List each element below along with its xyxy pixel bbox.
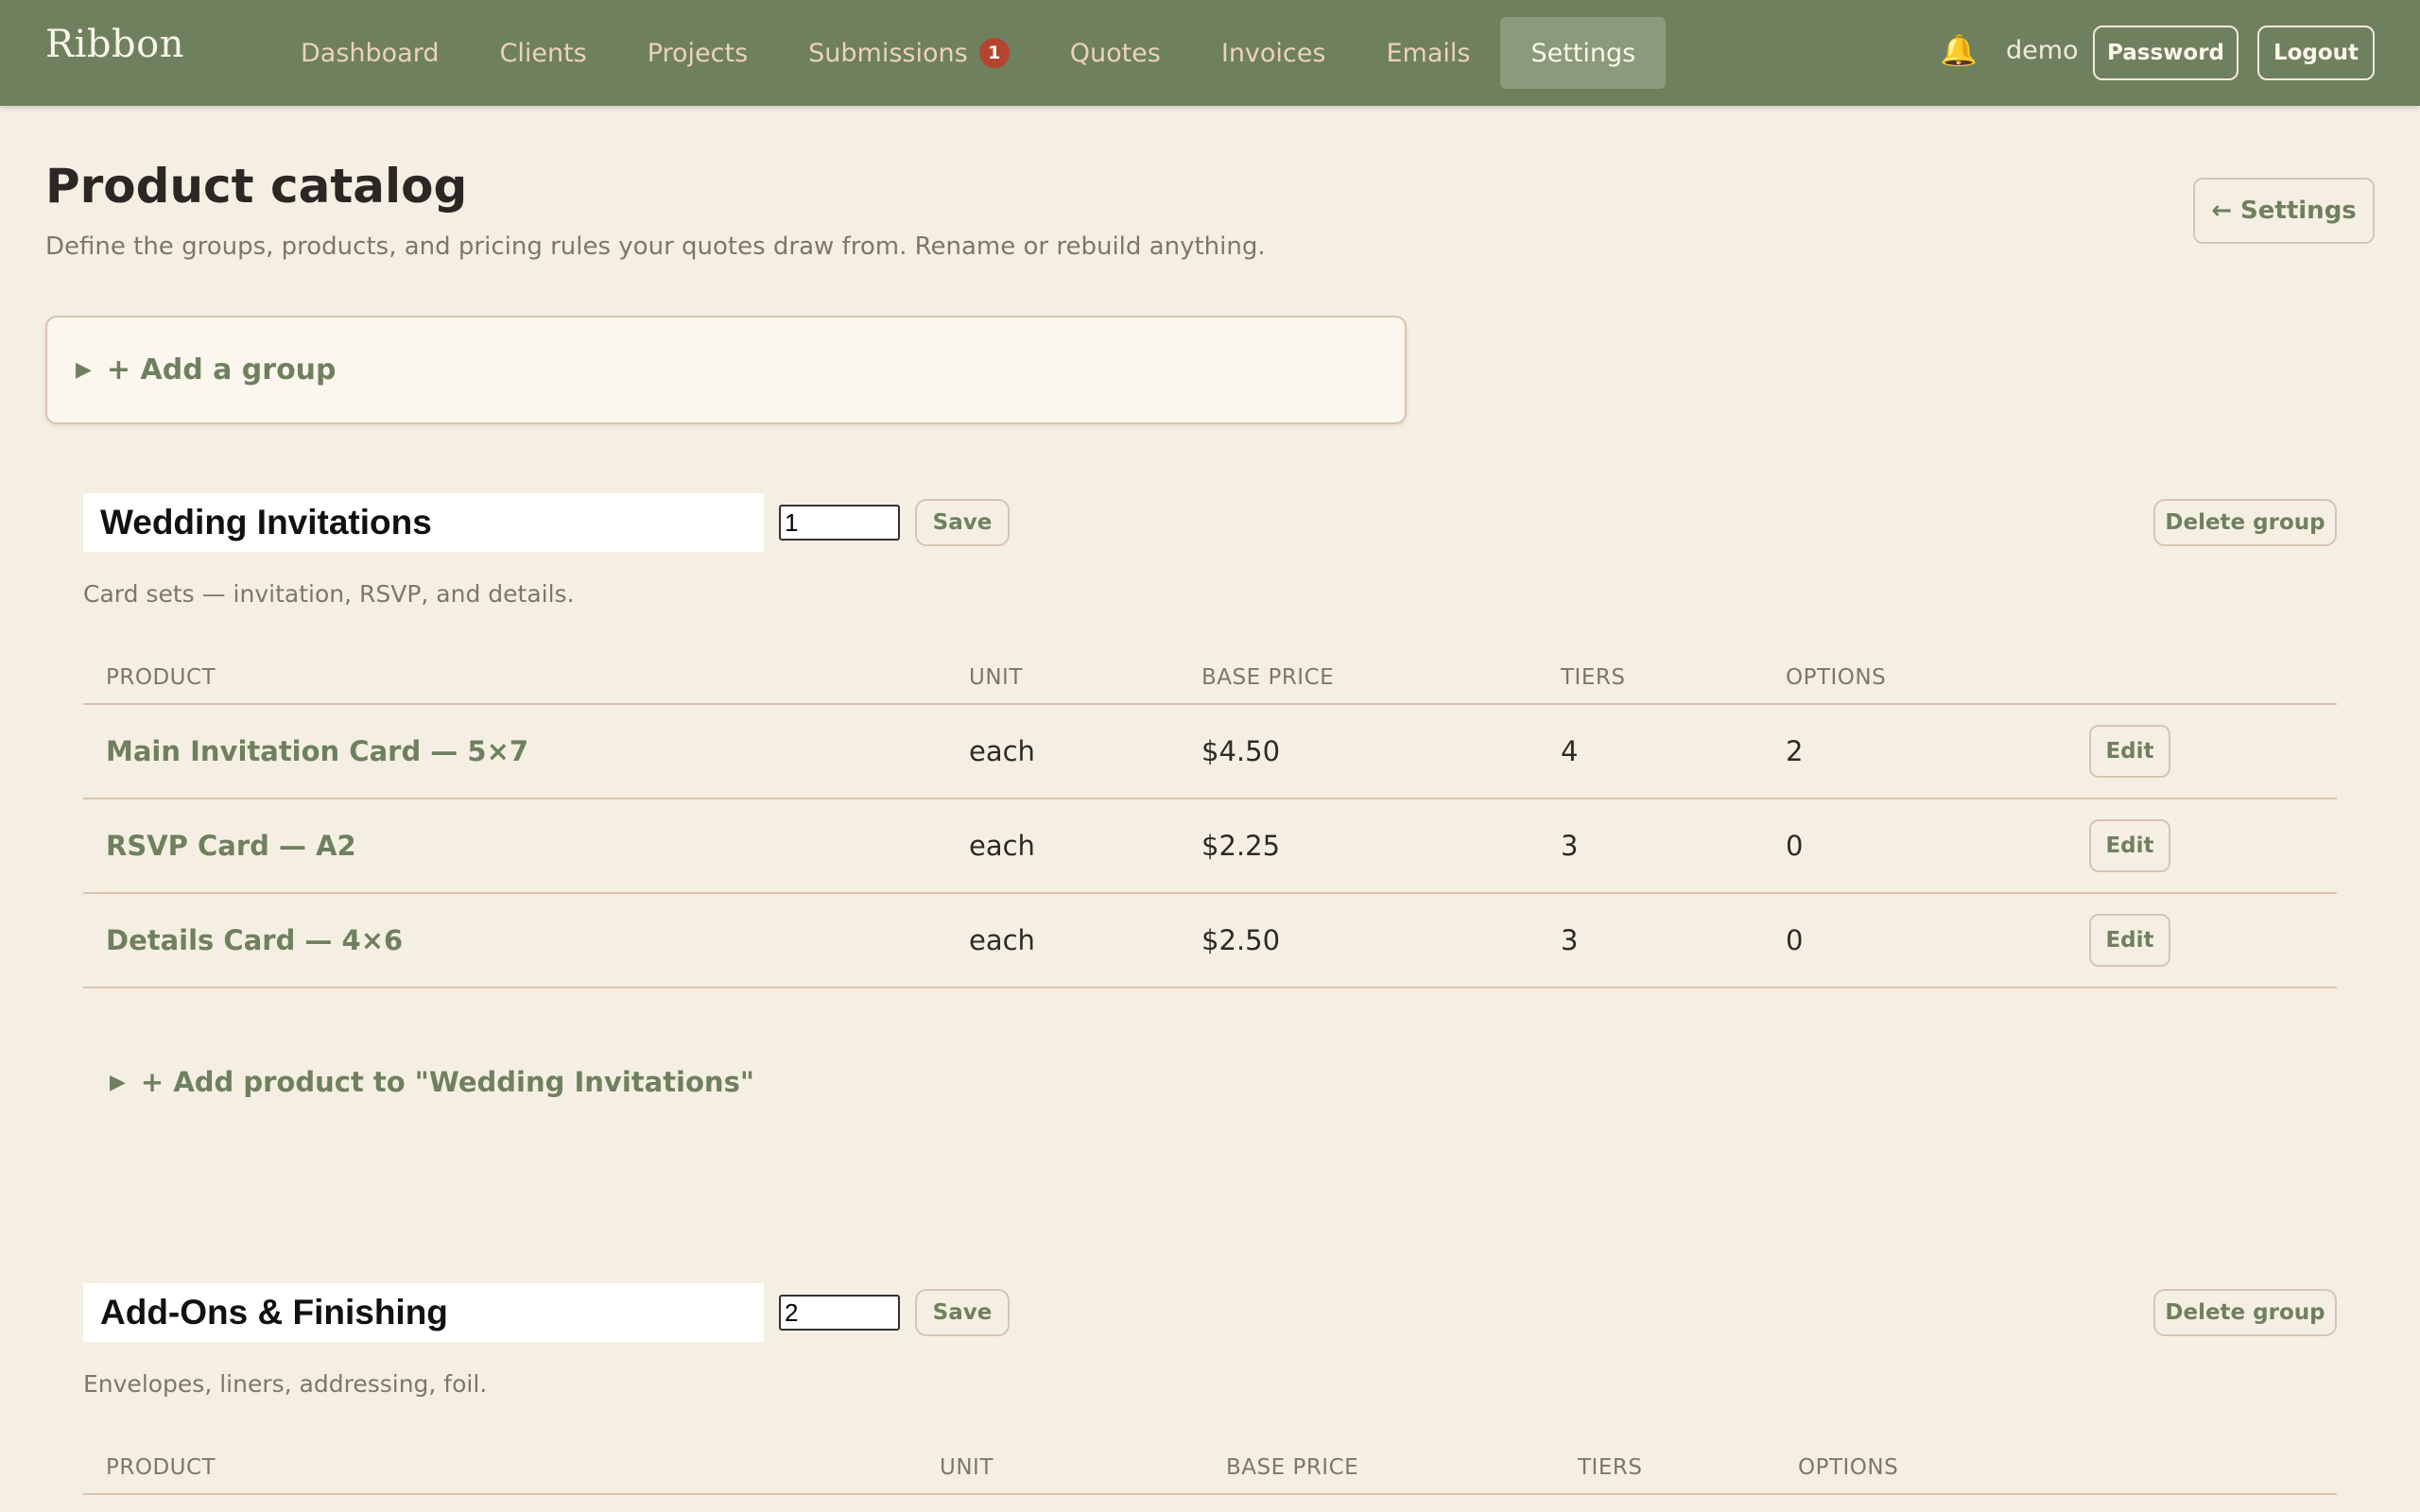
edit-product-button[interactable]: Edit bbox=[2089, 914, 2170, 967]
col-unit-header: UNIT bbox=[969, 665, 1023, 690]
product-options: 0 bbox=[1786, 924, 1804, 956]
delete-group-button[interactable]: Delete group bbox=[2153, 1289, 2337, 1336]
add-product-label: + Add product to "Wedding Invitations" bbox=[140, 1066, 754, 1098]
group-description: Envelopes, liners, addressing, foil. bbox=[83, 1370, 488, 1398]
current-user: demo bbox=[2006, 36, 2079, 65]
nav-label: Dashboard bbox=[301, 38, 440, 68]
nav-label: Projects bbox=[647, 38, 749, 68]
nav-label: Emails bbox=[1386, 38, 1471, 68]
nav-emails[interactable]: Emails bbox=[1356, 17, 1500, 89]
bell-icon[interactable]: 🔔 bbox=[1940, 32, 1978, 68]
col-options-header: OPTIONS bbox=[1798, 1455, 1899, 1480]
product-options: 2 bbox=[1786, 735, 1804, 767]
nav-invoices[interactable]: Invoices bbox=[1191, 17, 1357, 89]
group-name-input[interactable]: Wedding Invitations bbox=[83, 493, 764, 552]
product-base-price: $2.25 bbox=[1201, 830, 1281, 862]
product-name-link[interactable]: Details Card — 4×6 bbox=[106, 924, 403, 956]
disclosure-triangle-icon: ▶ bbox=[110, 1070, 126, 1094]
nav-label: Settings bbox=[1530, 38, 1636, 68]
save-group-button[interactable]: Save bbox=[915, 1289, 1010, 1336]
col-product-header: PRODUCT bbox=[106, 1455, 216, 1480]
group-wedding-invitations: Wedding Invitations 1 Save Delete group … bbox=[83, 493, 2337, 1098]
col-base-price-header: BASE PRICE bbox=[1226, 1455, 1359, 1480]
table-header-row: PRODUCT UNIT BASE PRICE TIERS OPTIONS bbox=[83, 652, 2337, 705]
product-tiers: 3 bbox=[1561, 830, 1579, 862]
col-unit-header: UNIT bbox=[940, 1455, 994, 1480]
product-base-price: $2.50 bbox=[1201, 924, 1281, 956]
disclosure-triangle-icon: ▶ bbox=[76, 358, 92, 382]
group-order-input[interactable]: 1 bbox=[779, 505, 900, 541]
page-title: Product catalog bbox=[45, 159, 468, 214]
password-button[interactable]: Password bbox=[2093, 26, 2238, 80]
table-row: RSVP Card — A2 each $2.25 3 0 Edit bbox=[83, 799, 2337, 894]
products-table: PRODUCT UNIT BASE PRICE TIERS OPTIONS Ma… bbox=[83, 652, 2337, 988]
product-unit: each bbox=[969, 924, 1035, 956]
submissions-count-badge: 1 bbox=[978, 38, 1010, 68]
delete-group-button[interactable]: Delete group bbox=[2153, 499, 2337, 546]
col-tiers-header: TIERS bbox=[1561, 665, 1626, 690]
table-row: Main Invitation Card — 5×7 each $4.50 4 … bbox=[83, 705, 2337, 799]
product-name-link[interactable]: Main Invitation Card — 5×7 bbox=[106, 735, 528, 767]
col-product-header: PRODUCT bbox=[106, 665, 216, 690]
product-tiers: 3 bbox=[1561, 924, 1579, 956]
product-options: 0 bbox=[1786, 830, 1804, 862]
nav-quotes[interactable]: Quotes bbox=[1040, 17, 1191, 89]
product-tiers: 4 bbox=[1561, 735, 1579, 767]
table-row: Details Card — 4×6 each $2.50 3 0 Edit bbox=[83, 894, 2337, 988]
nav-clients[interactable]: Clients bbox=[469, 17, 616, 89]
group-add-ons-finishing: Add-Ons & Finishing 2 Save Delete group … bbox=[83, 1283, 2337, 1512]
product-base-price: $4.50 bbox=[1201, 735, 1281, 767]
nav-submissions[interactable]: Submissions 1 bbox=[778, 17, 1040, 89]
edit-product-button[interactable]: Edit bbox=[2089, 819, 2170, 872]
edit-product-button[interactable]: Edit bbox=[2089, 725, 2170, 778]
add-product-toggle[interactable]: ▶ + Add product to "Wedding Invitations" bbox=[110, 1066, 754, 1098]
products-table: PRODUCT UNIT BASE PRICE TIERS OPTIONS bbox=[83, 1442, 2337, 1495]
nav-projects[interactable]: Projects bbox=[617, 17, 778, 89]
nav-label: Submissions bbox=[808, 38, 968, 68]
col-base-price-header: BASE PRICE bbox=[1201, 665, 1335, 690]
nav-label: Clients bbox=[499, 38, 587, 68]
nav-label: Invoices bbox=[1220, 38, 1326, 68]
save-group-button[interactable]: Save bbox=[915, 499, 1010, 546]
add-group-label: + Add a group bbox=[106, 353, 337, 387]
table-header-row: PRODUCT UNIT BASE PRICE TIERS OPTIONS bbox=[83, 1442, 2337, 1495]
nav-dashboard[interactable]: Dashboard bbox=[270, 17, 469, 89]
col-tiers-header: TIERS bbox=[1578, 1455, 1643, 1480]
product-unit: each bbox=[969, 830, 1035, 862]
col-options-header: OPTIONS bbox=[1786, 665, 1887, 690]
add-group-toggle[interactable]: ▶ + Add a group bbox=[45, 316, 1407, 424]
logout-button[interactable]: Logout bbox=[2257, 26, 2375, 80]
group-name-input[interactable]: Add-Ons & Finishing bbox=[83, 1283, 764, 1342]
nav-settings[interactable]: Settings bbox=[1500, 17, 1667, 89]
brand-logo[interactable]: Ribbon bbox=[45, 23, 184, 66]
back-to-settings-button[interactable]: ← Settings bbox=[2193, 178, 2375, 244]
main-nav: Dashboard Clients Projects Submissions 1 … bbox=[270, 17, 1667, 89]
page-subtitle: Define the groups, products, and pricing… bbox=[45, 232, 1266, 261]
product-name-link[interactable]: RSVP Card — A2 bbox=[106, 830, 356, 862]
nav-label: Quotes bbox=[1069, 38, 1161, 68]
product-unit: each bbox=[969, 735, 1035, 767]
group-order-input[interactable]: 2 bbox=[779, 1295, 900, 1331]
group-description: Card sets — invitation, RSVP, and detail… bbox=[83, 580, 575, 608]
top-navbar: Ribbon Dashboard Clients Projects Submis… bbox=[0, 0, 2420, 106]
